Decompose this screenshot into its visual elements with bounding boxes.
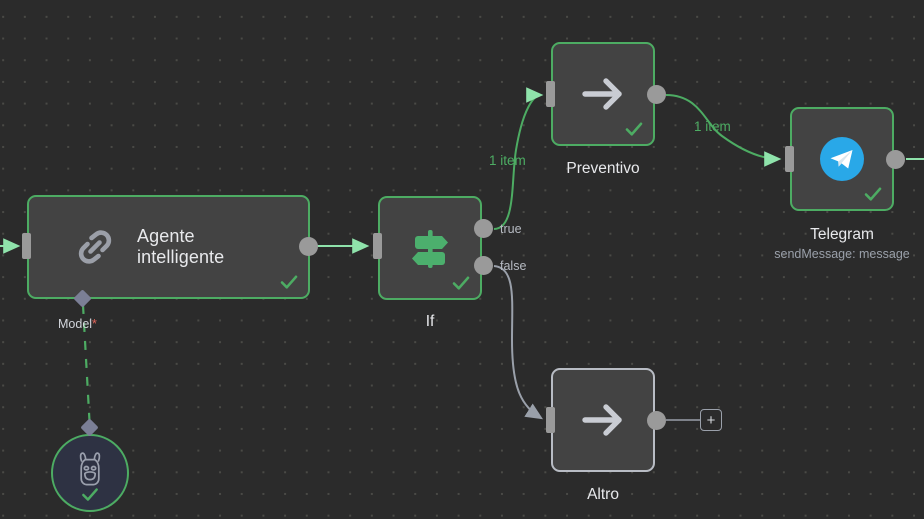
node-subcaption-telegram: sendMessage: message bbox=[774, 247, 910, 261]
altro-input-port[interactable] bbox=[546, 407, 555, 433]
status-check-icon bbox=[863, 184, 883, 204]
edge-label-if-true-preventivo: 1 item bbox=[489, 153, 526, 168]
agent-output-port[interactable] bbox=[299, 237, 318, 256]
required-marker: * bbox=[92, 317, 97, 331]
telegram-input-port[interactable] bbox=[785, 146, 794, 172]
model-label-text: Model bbox=[58, 317, 93, 331]
node-altro[interactable] bbox=[551, 368, 655, 472]
edge-label-preventivo-telegram: 1 item bbox=[694, 119, 731, 134]
node-agente-intelligente[interactable]: Agente intelligente bbox=[27, 195, 310, 299]
if-output-label-true: true bbox=[500, 222, 522, 236]
if-output-port-true[interactable] bbox=[474, 219, 493, 238]
workflow-canvas[interactable]: Agente intelligente Model* true false If… bbox=[0, 0, 924, 519]
if-output-label-false: false bbox=[500, 259, 527, 273]
telegram-output-port[interactable] bbox=[886, 150, 905, 169]
agent-input-port[interactable] bbox=[22, 233, 31, 259]
node-preventivo[interactable] bbox=[551, 42, 655, 146]
status-check-icon bbox=[451, 273, 471, 293]
node-caption-if: If bbox=[425, 313, 435, 330]
chain-link-icon bbox=[71, 223, 119, 271]
arrow-right-icon bbox=[575, 66, 631, 122]
node-title-line1: Agente bbox=[137, 226, 195, 246]
status-check-icon bbox=[624, 119, 644, 139]
node-caption-preventivo: Preventivo bbox=[566, 160, 640, 177]
node-caption-telegram: Telegram bbox=[810, 226, 874, 243]
if-output-port-false[interactable] bbox=[474, 256, 493, 275]
node-caption-altro: Altro bbox=[587, 486, 619, 503]
telegram-icon bbox=[820, 137, 864, 181]
node-if[interactable] bbox=[378, 196, 482, 300]
status-check-icon bbox=[81, 485, 100, 504]
node-title-line2: intelligente bbox=[137, 247, 225, 267]
node-telegram[interactable] bbox=[790, 107, 894, 211]
node-model-ollama[interactable] bbox=[51, 434, 129, 512]
if-input-port[interactable] bbox=[373, 233, 382, 259]
signpost-icon bbox=[404, 222, 456, 274]
altro-output-port[interactable] bbox=[647, 411, 666, 430]
agent-model-connector-label: Model* bbox=[58, 317, 97, 331]
add-node-button[interactable]: + bbox=[700, 409, 722, 431]
arrow-right-icon bbox=[575, 392, 631, 448]
edge-if-false-altro bbox=[493, 265, 544, 420]
preventivo-output-port[interactable] bbox=[647, 85, 666, 104]
llama-icon bbox=[73, 451, 107, 487]
status-check-icon bbox=[279, 272, 299, 292]
preventivo-input-port[interactable] bbox=[546, 81, 555, 107]
